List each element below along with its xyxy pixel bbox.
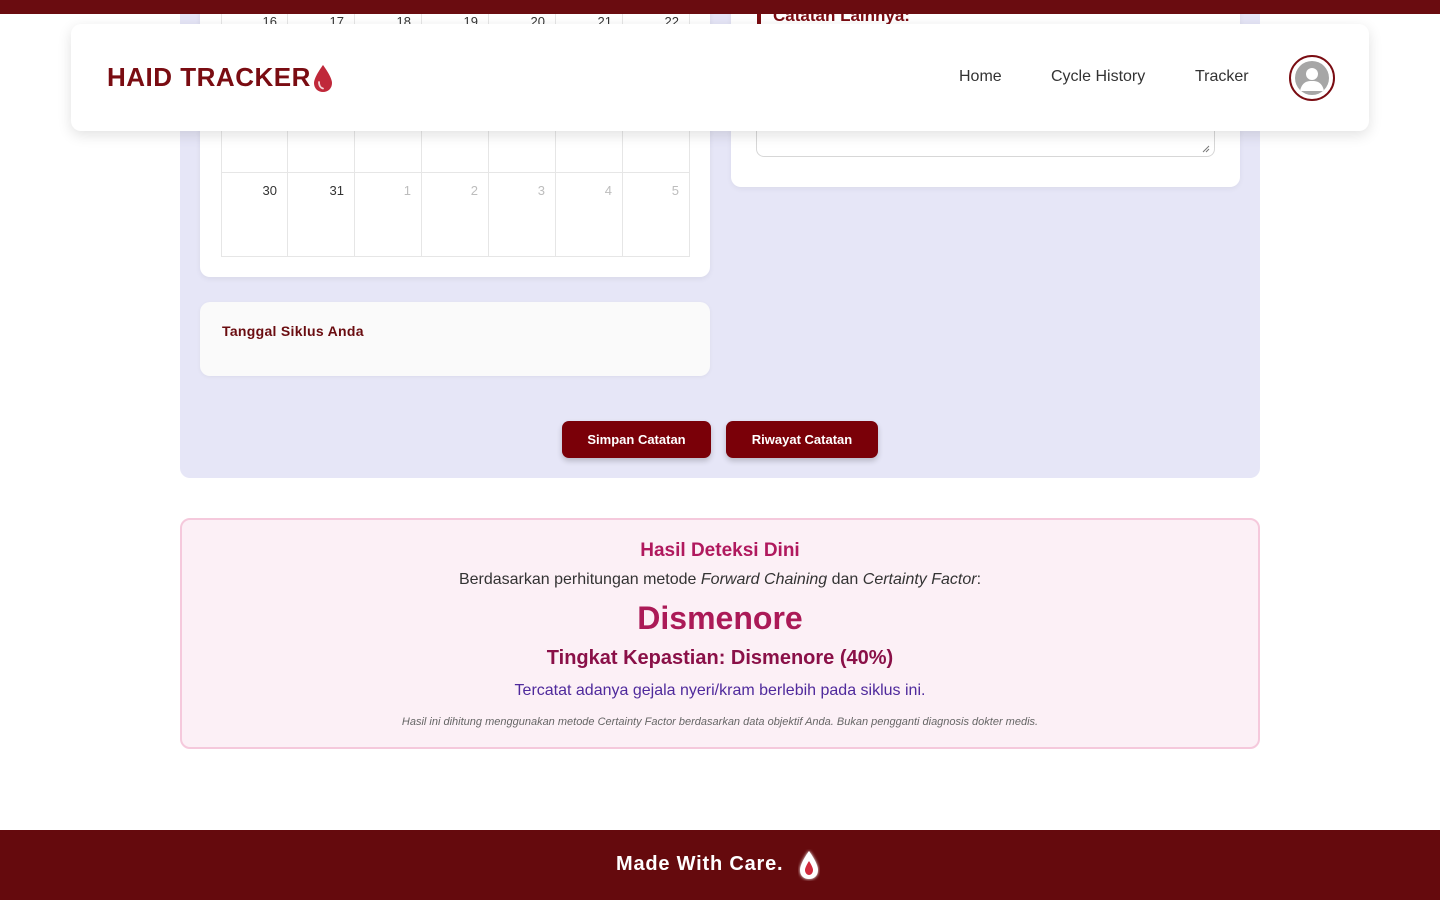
calendar-week-row: 30 31 1 2 3 4 5 [221,173,690,257]
detection-result-card: Hasil Deteksi Dini Berdasarkan perhitung… [180,518,1260,749]
result-disclaimer: Hasil ini dihitung menggunakan metode Ce… [401,716,1039,728]
nav-home[interactable]: Home [959,68,1002,86]
calendar-day[interactable]: 2 [422,173,489,256]
top-bar [0,0,1440,14]
resize-grip-icon[interactable] [1202,145,1210,153]
calendar-day[interactable]: 4 [556,173,623,256]
nav-cycle-history[interactable]: Cycle History [1051,68,1145,86]
result-description: Tercatat adanya gejala nyeri/kram berleb… [514,682,926,699]
result-title: Hasil Deteksi Dini [640,540,800,561]
cycle-date-card: Tanggal Siklus Anda [200,302,710,376]
blood-drop-icon [800,851,818,879]
brand-logo[interactable]: HAID TRACKER [107,62,311,93]
result-method: Berdasarkan perhitungan metode Forward C… [458,571,982,588]
calendar-day[interactable]: 3 [489,173,556,256]
save-notes-button[interactable]: Simpan Catatan [562,421,711,458]
calendar-day[interactable]: 1 [355,173,422,256]
calendar-day[interactable]: 30 [221,173,288,256]
user-silhouette-icon [1300,68,1324,91]
cycle-date-title: Tanggal Siklus Anda [222,323,364,339]
user-avatar-icon[interactable] [1289,55,1335,101]
result-certainty: Tingkat Kepastian: Dismenore (40%) [546,647,894,669]
navbar: HAID TRACKER Home Cycle History Tracker [71,24,1369,131]
blood-drop-icon [314,65,332,92]
notes-history-button[interactable]: Riwayat Catatan [726,421,878,458]
nav-tracker[interactable]: Tracker [1195,68,1249,86]
calendar-day[interactable]: 31 [288,173,355,256]
result-diagnosis: Dismenore [637,600,803,636]
footer-text: Made With Care. [616,853,784,875]
calendar-day[interactable]: 5 [623,173,690,256]
footer: Made With Care. [0,830,1440,900]
